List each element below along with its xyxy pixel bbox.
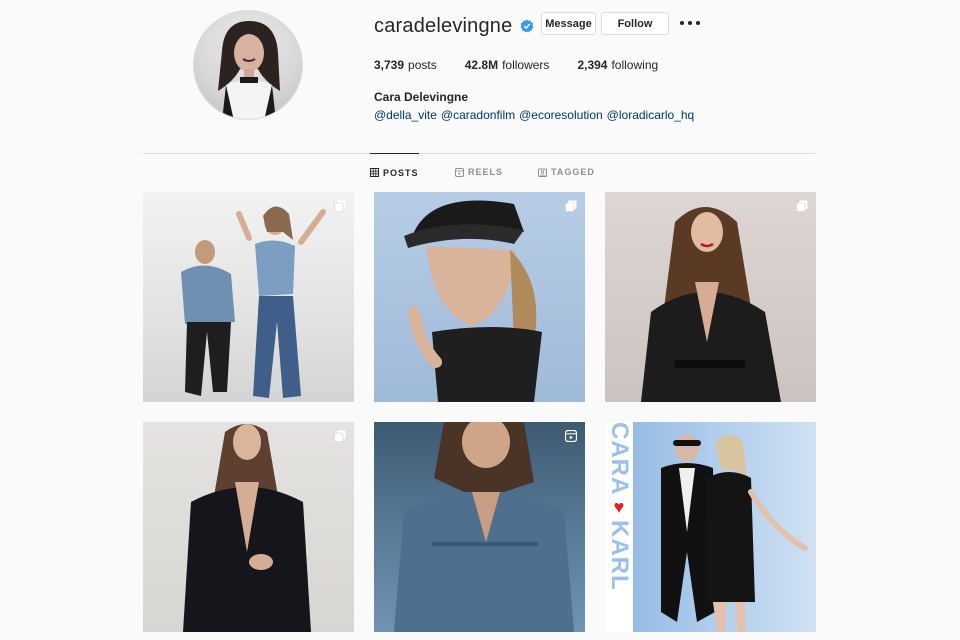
profile-avatar[interactable]	[193, 10, 303, 120]
multi-photo-icon	[334, 430, 346, 442]
post-thumbnail[interactable]	[143, 422, 354, 632]
tab-tagged-label: TAGGED	[551, 167, 595, 177]
tab-posts[interactable]: POSTS	[370, 153, 419, 191]
grid-icon	[370, 168, 379, 177]
follow-button[interactable]: Follow	[601, 12, 669, 35]
bio-links: @della_vite @caradonfilm @ecoresolution …	[374, 108, 698, 122]
posts-label: posts	[408, 58, 437, 72]
post-thumbnail[interactable]	[605, 192, 816, 402]
followers-stat[interactable]: 42.8M followers	[465, 58, 550, 72]
bio-link[interactable]: @ecoresolution	[519, 108, 603, 122]
tab-reels[interactable]: REELS	[455, 153, 503, 191]
followers-count: 42.8M	[464, 58, 499, 72]
multi-photo-icon	[796, 200, 808, 212]
profile-tabs: POSTS REELS TAGGED	[143, 153, 815, 191]
posts-count: 3,739	[374, 58, 405, 72]
following-label: following	[611, 58, 659, 72]
tab-posts-label: POSTS	[383, 167, 419, 178]
post-thumbnail[interactable]	[374, 422, 585, 632]
bio-link[interactable]: @caradonfilm	[441, 108, 515, 122]
post-thumbnail[interactable]: CARA ♥ KARL	[605, 422, 816, 632]
tagged-icon	[538, 168, 547, 177]
multi-photo-icon	[565, 200, 577, 212]
posts-stat: 3,739 posts	[374, 58, 437, 72]
profile-stats: 3,739 posts 42.8M followers 2,394 follow…	[374, 58, 686, 72]
dot-icon	[696, 21, 700, 25]
message-button[interactable]: Message	[541, 12, 596, 35]
following-count: 2,394	[577, 58, 608, 72]
bio-link[interactable]: @loradicarlo_hq	[607, 108, 695, 122]
profile-full-name: Cara Delevingne	[374, 90, 469, 104]
post-thumbnail[interactable]	[143, 192, 354, 402]
username: caradelevingne	[374, 14, 513, 37]
username-row: caradelevingne	[374, 12, 534, 40]
dot-icon	[680, 21, 684, 25]
reel-icon	[565, 430, 577, 442]
post-thumbnail[interactable]	[374, 192, 585, 402]
bio-link[interactable]: @della_vite	[374, 108, 437, 122]
following-stat[interactable]: 2,394 following	[577, 58, 658, 72]
tab-reels-label: REELS	[468, 167, 504, 177]
tab-tagged[interactable]: TAGGED	[538, 153, 595, 191]
reels-icon	[455, 167, 464, 177]
more-options-icon[interactable]	[680, 14, 700, 32]
dot-icon	[688, 21, 692, 25]
verified-badge-icon	[520, 19, 534, 33]
profile-header: caradelevingne Message Follow 3,739 post…	[0, 0, 960, 150]
followers-label: followers	[502, 58, 550, 72]
multi-photo-icon	[334, 200, 346, 212]
